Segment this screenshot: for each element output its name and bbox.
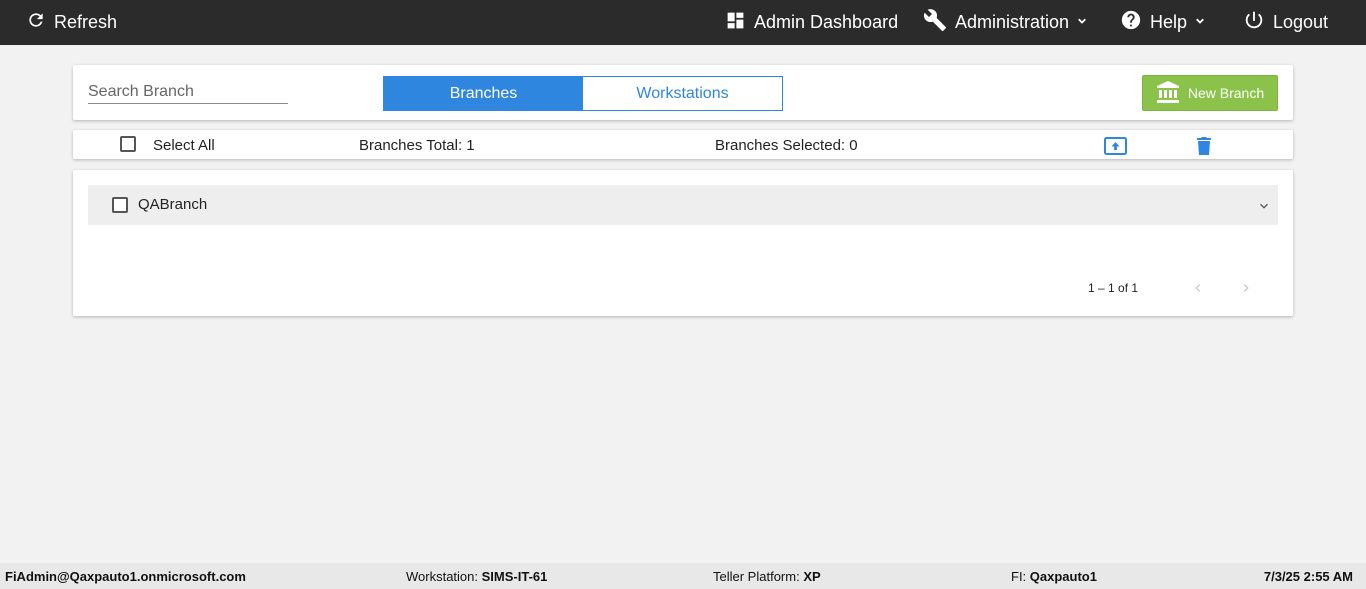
tab-workstations[interactable]: Workstations <box>583 77 782 110</box>
selection-bar: Select All Branches Total: 1 Branches Se… <box>73 130 1293 159</box>
branches-total: Branches Total: 1 <box>359 137 475 154</box>
footer-datetime: 7/3/25 2:55 AM <box>1263 569 1353 584</box>
admin-dashboard-label: Admin Dashboard <box>754 12 899 32</box>
tab-branches[interactable]: Branches <box>384 77 583 110</box>
list-item[interactable]: QABranch <box>88 185 1278 225</box>
top-navigation-bar: Refresh Admin Dashboard Administration H… <box>0 0 1366 45</box>
status-footer: FiAdmin@Qaxpauto1.onmicrosoft.com Workst… <box>0 563 1366 589</box>
trash-icon[interactable] <box>1197 137 1211 160</box>
new-branch-label: New Branch <box>1187 85 1265 101</box>
chevron-down-icon <box>1075 12 1089 33</box>
help-icon <box>1120 9 1142 36</box>
power-icon <box>1243 9 1265 36</box>
branches-selected: Branches Selected: 0 <box>715 137 858 154</box>
footer-workstation: Workstation: SIMS-IT-61 <box>406 569 548 584</box>
help-menu[interactable]: Help <box>1120 0 1207 45</box>
dashboard-icon <box>725 10 746 36</box>
branch-list-card: QABranch 1 – 1 of 1 <box>73 170 1293 316</box>
search-branch-input[interactable] <box>88 81 288 104</box>
footer-user: FiAdmin@Qaxpauto1.onmicrosoft.com <box>5 569 246 584</box>
refresh-icon <box>26 10 46 35</box>
select-all-label: Select All <box>153 137 215 154</box>
logout-button[interactable]: Logout <box>1243 0 1328 45</box>
refresh-label: Refresh <box>54 12 118 32</box>
branch-checkbox[interactable] <box>112 197 128 213</box>
view-tabs: Branches Workstations <box>383 76 783 111</box>
logout-label: Logout <box>1273 12 1329 32</box>
chevron-left-icon[interactable] <box>1190 280 1206 301</box>
upload-icon[interactable] <box>1104 136 1127 161</box>
branch-name: QABranch <box>138 196 208 213</box>
chevron-down-icon[interactable] <box>1256 198 1272 219</box>
chevron-right-icon[interactable] <box>1238 280 1254 301</box>
help-label: Help <box>1150 12 1188 32</box>
refresh-button[interactable]: Refresh <box>26 0 117 45</box>
chevron-down-icon <box>1193 12 1207 33</box>
wrench-icon <box>923 8 947 37</box>
select-all-checkbox[interactable] <box>120 136 136 152</box>
branch-toolbar-card: Branches Workstations New Branch <box>73 65 1293 120</box>
pagination-range: 1 – 1 of 1 <box>1088 281 1139 295</box>
admin-dashboard-button[interactable]: Admin Dashboard <box>725 0 898 45</box>
footer-fi: FI: Qaxpauto1 <box>1011 569 1097 584</box>
administration-label: Administration <box>955 12 1070 32</box>
bank-icon <box>1156 80 1180 106</box>
footer-teller-platform: Teller Platform: XP <box>713 569 821 584</box>
new-branch-button[interactable]: New Branch <box>1142 75 1278 111</box>
administration-menu[interactable]: Administration <box>923 0 1089 45</box>
